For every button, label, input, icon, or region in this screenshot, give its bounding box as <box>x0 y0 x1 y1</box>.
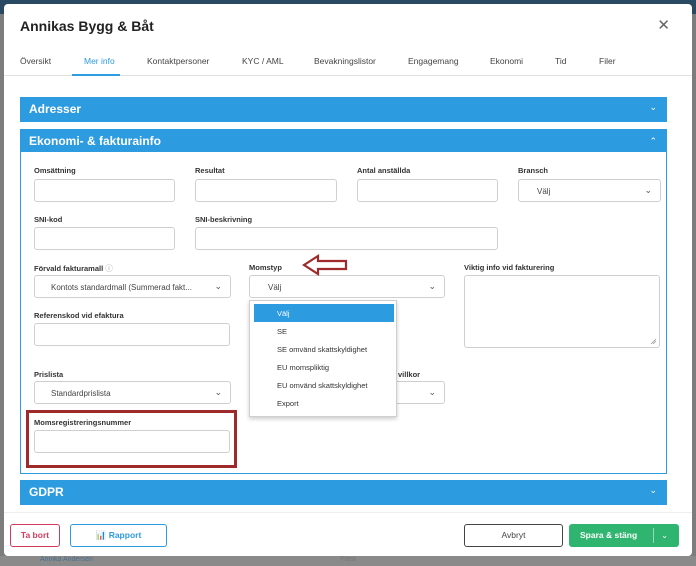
villkor-label: villkor <box>398 370 421 379</box>
panel-ekonomi-title: Ekonomi- & fakturainfo <box>29 134 162 148</box>
chevron-down-icon: ⌄ <box>428 281 436 291</box>
fakturamall-select[interactable]: Kontots standardmall (Summerad fakt... ⌄ <box>34 275 231 298</box>
report-button-label: Rapport <box>108 530 142 540</box>
chevron-down-icon: ⌄ <box>428 387 436 397</box>
chevron-down-icon: ⌄ <box>649 485 657 495</box>
modal-title: Annikas Bygg & Båt <box>20 18 154 34</box>
momstyp-select[interactable]: Välj ⌄ <box>249 275 445 298</box>
tab-tid[interactable]: Tid <box>555 56 567 66</box>
fakturamall-label: Förvald fakturamall ⓘ <box>34 263 113 274</box>
tab-engagemang[interactable]: Engagemang <box>408 56 459 66</box>
resultat-label: Resultat <box>195 166 225 175</box>
viktig-info-textarea[interactable] <box>464 275 660 348</box>
fakturamall-value: Kontots standardmall (Summerad fakt... <box>51 283 192 292</box>
sni-kod-input[interactable] <box>34 227 175 250</box>
omsattning-label: Omsättning <box>34 166 76 175</box>
antal-anstallda-input[interactable] <box>357 179 498 202</box>
help-icon[interactable]: ⓘ <box>105 264 113 273</box>
momstyp-option-se[interactable]: SE <box>254 322 394 340</box>
resize-handle-icon[interactable] <box>650 338 657 345</box>
sni-kod-label: SNI-kod <box>34 215 63 224</box>
background-name: Annika Andersen <box>40 556 93 563</box>
tab-bevakningslistor[interactable]: Bevakningslistor <box>314 56 376 66</box>
tab-oversikt[interactable]: Översikt <box>20 56 51 66</box>
omsattning-input[interactable] <box>34 179 175 202</box>
tab-kontaktpersoner[interactable]: Kontaktpersoner <box>147 56 209 66</box>
referenskod-input[interactable] <box>34 323 230 346</box>
save-close-label: Spara & stäng <box>580 530 638 540</box>
viktig-info-label: Viktig info vid fakturering <box>464 263 555 272</box>
panel-gdpr[interactable]: GDPR ⌄ <box>20 480 667 505</box>
bransch-label: Bransch <box>518 166 549 175</box>
momstyp-dropdown: Välj SE SE omvänd skattskyldighet EU mom… <box>249 300 397 417</box>
referenskod-label: Referenskod vid efaktura <box>34 311 124 320</box>
antal-anstallda-label: Antal anställda <box>357 166 411 175</box>
chart-icon: 📊 <box>95 530 107 540</box>
chevron-down-icon: ⌄ <box>644 185 652 195</box>
tab-filer[interactable]: Filer <box>599 56 616 66</box>
active-tab-indicator <box>72 74 120 76</box>
chevron-down-icon: ⌄ <box>214 281 222 291</box>
sni-beskrivning-input[interactable] <box>195 227 498 250</box>
prislista-label: Prislista <box>34 370 64 379</box>
momstyp-option-eu-omvand[interactable]: EU omvänd skattskyldighet <box>254 376 394 394</box>
chevron-up-icon: ⌃ <box>649 136 657 146</box>
arrow-annotation-icon <box>302 254 348 276</box>
momstyp-option-export[interactable]: Export <box>254 394 394 412</box>
momstyp-value: Välj <box>268 283 282 292</box>
chevron-down-icon[interactable]: ⌄ <box>661 525 668 546</box>
highlight-annotation-box <box>26 410 237 468</box>
background-app-row: Annika Andersen Piteå <box>0 556 696 566</box>
resultat-input[interactable] <box>195 179 337 202</box>
momstyp-label: Momstyp <box>249 263 282 272</box>
tab-bar: Översikt Mer info Kontaktpersoner KYC / … <box>4 46 692 76</box>
delete-button[interactable]: Ta bort <box>10 524 60 547</box>
save-close-button[interactable]: Spara & stäng ⌄ <box>569 524 679 547</box>
prislista-select[interactable]: Standardprislista ⌄ <box>34 381 231 404</box>
tab-kyc-aml[interactable]: KYC / AML <box>242 56 284 66</box>
panel-adresser-title: Adresser <box>29 102 82 116</box>
chevron-down-icon: ⌄ <box>649 102 657 112</box>
close-icon[interactable]: ✕ <box>657 16 670 34</box>
prislista-value: Standardprislista <box>51 389 111 398</box>
momstyp-option-valj[interactable]: Välj <box>254 304 394 322</box>
split-divider <box>653 528 654 543</box>
footer-divider <box>4 512 692 513</box>
panel-ekonomi[interactable]: Ekonomi- & fakturainfo ⌃ <box>20 129 667 154</box>
momstyp-option-eu-momspliktig[interactable]: EU momspliktig <box>254 358 394 376</box>
chevron-down-icon: ⌄ <box>214 387 222 397</box>
tab-ekonomi[interactable]: Ekonomi <box>490 56 523 66</box>
panel-gdpr-title: GDPR <box>29 485 64 499</box>
panel-adresser[interactable]: Adresser ⌄ <box>20 97 667 122</box>
bransch-select[interactable]: Välj ⌄ <box>518 179 661 202</box>
sni-beskrivning-label: SNI-beskrivning <box>195 215 253 224</box>
momstyp-option-se-omvand[interactable]: SE omvänd skattskyldighet <box>254 340 394 358</box>
background-city: Piteå <box>340 556 356 563</box>
bransch-value: Välj <box>537 187 551 196</box>
cancel-button[interactable]: Avbryt <box>464 524 563 547</box>
report-button[interactable]: 📊 Rapport <box>70 524 167 547</box>
fakturamall-label-text: Förvald fakturamall <box>34 264 104 273</box>
tab-mer-info[interactable]: Mer info <box>84 56 115 66</box>
